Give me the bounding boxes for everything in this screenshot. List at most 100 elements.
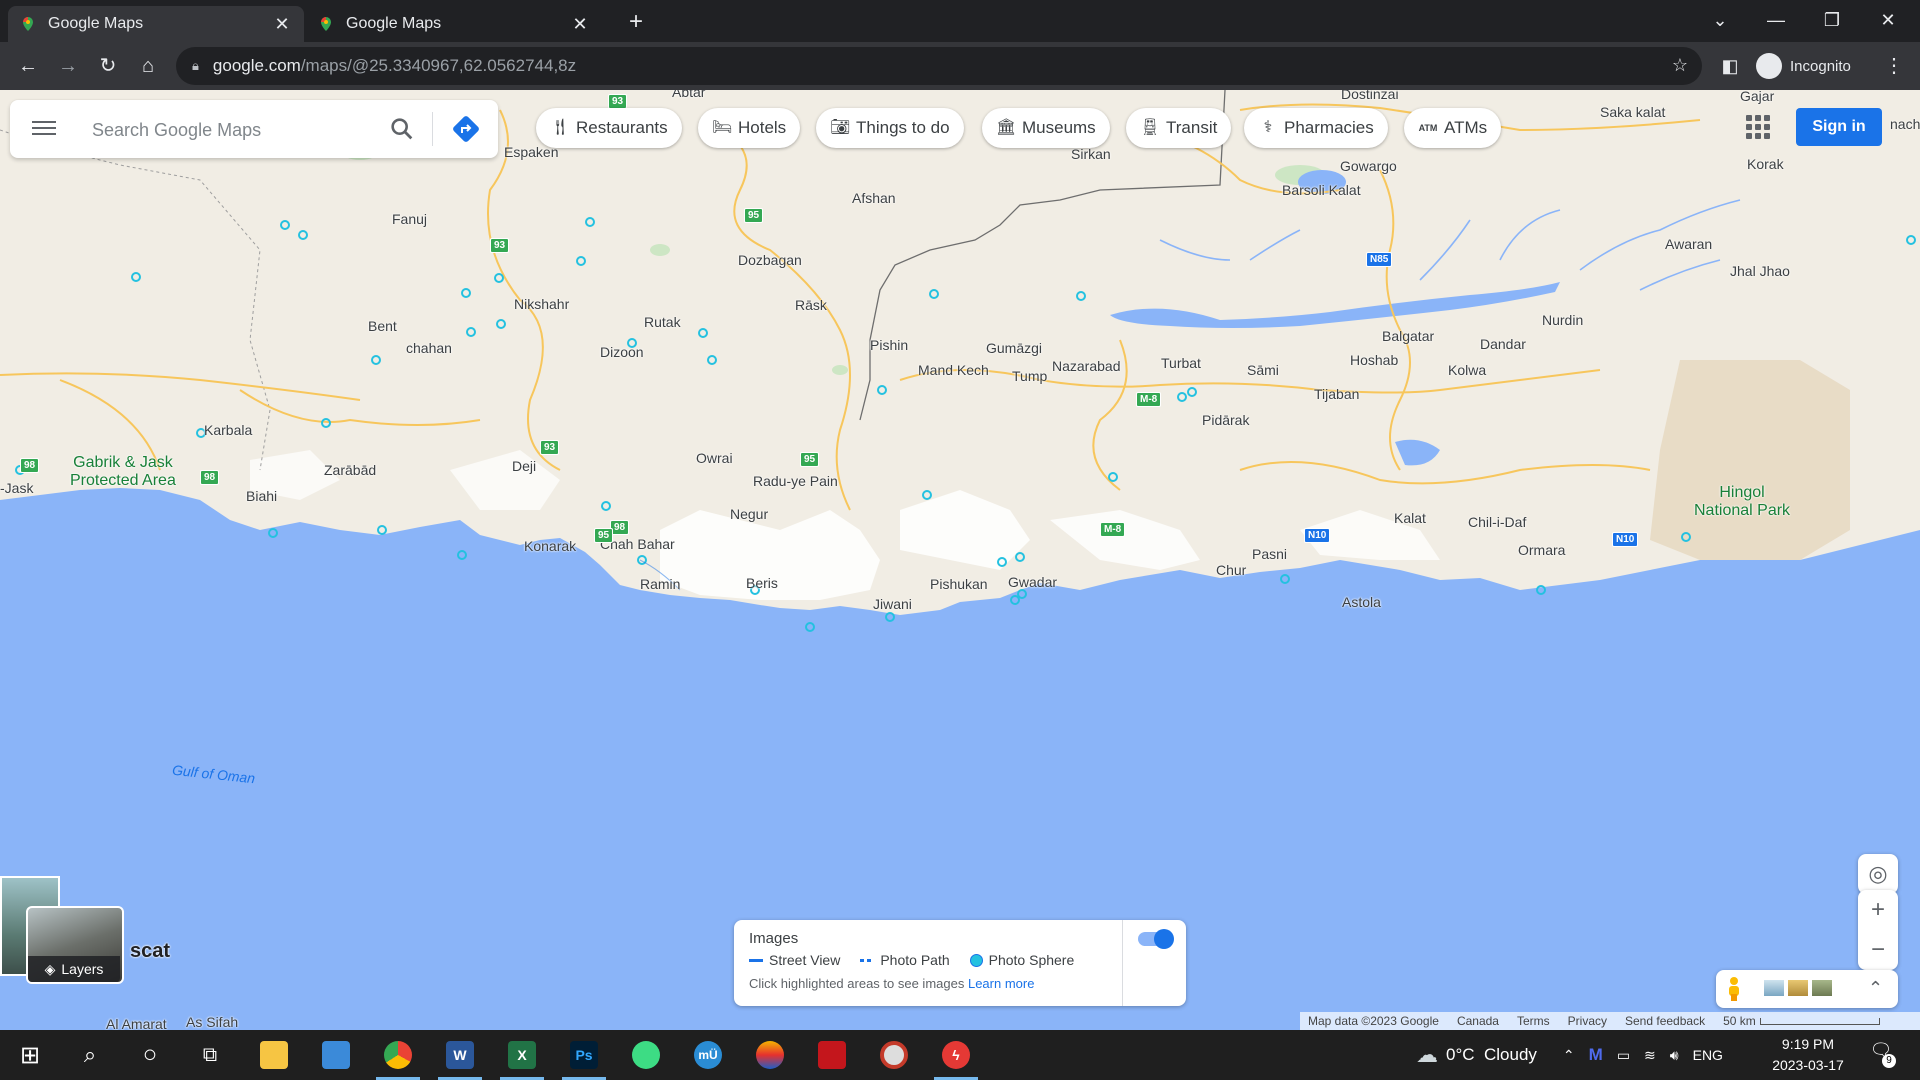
place-label[interactable]: Dostinzai <box>1341 90 1399 102</box>
place-label[interactable]: Biahi <box>246 488 277 504</box>
taskbar-app-photoshop[interactable]: Ps <box>554 1030 614 1080</box>
place-label[interactable]: Beris <box>746 575 778 591</box>
place-label[interactable]: Pasni <box>1252 546 1287 562</box>
browser-tab-2[interactable]: Google Maps ✕ <box>306 6 602 42</box>
imagery-thumbnail[interactable] <box>1788 980 1808 996</box>
place-label[interactable]: Radu-ye Pain <box>753 473 838 489</box>
taskbar-app-excel[interactable]: X <box>492 1030 552 1080</box>
search-icon[interactable] <box>388 115 416 143</box>
chip-museums[interactable]: 🏛︎ Museums <box>982 108 1110 148</box>
home-icon[interactable]: ⌂ <box>132 50 164 82</box>
layers-control[interactable]: ◈ Layers <box>0 876 124 988</box>
place-label[interactable]: Sirkan <box>1071 146 1111 162</box>
pegman-icon[interactable] <box>1726 976 1742 1002</box>
taskbar-app-chrome[interactable] <box>368 1030 428 1080</box>
new-tab-button[interactable]: + <box>622 8 650 36</box>
taskbar-app-file-explorer[interactable] <box>244 1030 304 1080</box>
place-label[interactable]: Barsoli Kalat <box>1282 182 1361 198</box>
place-label[interactable]: Balgatar <box>1382 328 1434 344</box>
directions-icon[interactable] <box>450 113 482 145</box>
search-taskbar-button[interactable]: ⌕ <box>60 1030 120 1080</box>
chip-transit[interactable]: 🚆︎ Transit <box>1126 108 1232 148</box>
chip-restaurants[interactable]: 🍴︎ Restaurants <box>536 108 682 148</box>
place-label[interactable]: Hoshab <box>1350 352 1398 368</box>
back-arrow-icon[interactable]: ← <box>12 50 44 82</box>
taskbar-app-disc[interactable] <box>864 1030 924 1080</box>
m-app-icon[interactable]: M <box>1589 1045 1603 1065</box>
taskbar-app-game[interactable] <box>616 1030 676 1080</box>
chevron-up-icon[interactable]: ⌃ <box>1563 1047 1575 1064</box>
place-label[interactable]: Owrai <box>696 450 733 466</box>
place-label[interactable]: Awaran <box>1665 236 1712 252</box>
search-input[interactable] <box>90 114 364 146</box>
place-label[interactable]: Pishukan <box>930 576 988 592</box>
place-label[interactable]: Jhal Jhao <box>1730 263 1790 279</box>
google-apps-icon[interactable] <box>1746 115 1770 139</box>
place-label[interactable]: Dandar <box>1480 336 1526 352</box>
speaker-icon[interactable]: 🔊︎ <box>1670 1047 1679 1064</box>
country-link[interactable]: Canada <box>1457 1014 1499 1028</box>
address-bar[interactable]: 🔒︎ google.com/maps/@25.3340967,62.056274… <box>176 47 1702 85</box>
lock-icon[interactable]: 🔒︎ <box>192 58 199 74</box>
task-view-button[interactable]: ⧉ <box>180 1030 240 1080</box>
close-window-button[interactable]: ✕ <box>1860 0 1916 40</box>
taskbar-app-control-panel[interactable] <box>306 1030 366 1080</box>
incognito-indicator[interactable]: Incognito <box>1756 49 1851 83</box>
place-label[interactable]: Rāsk <box>795 297 827 313</box>
sign-in-button[interactable]: Sign in <box>1796 108 1882 146</box>
place-label[interactable]: Al Amarat <box>106 1016 167 1030</box>
tab-close-icon[interactable]: ✕ <box>570 14 590 34</box>
taskbar-app-mu[interactable]: mÜ <box>678 1030 738 1080</box>
map-canvas[interactable]: -Jask Gabrik & Jask Protected Area Karba… <box>0 90 1920 1030</box>
chip-things-to-do[interactable]: 📷︎ Things to do <box>816 108 964 148</box>
layers-button[interactable]: ◈ Layers <box>28 956 120 982</box>
place-label[interactable]: Korak <box>1747 156 1784 172</box>
place-label[interactable]: Jiwani <box>873 596 912 612</box>
place-label[interactable]: Ramin <box>640 576 680 592</box>
start-button[interactable]: ⊞ <box>0 1030 60 1080</box>
privacy-link[interactable]: Privacy <box>1568 1014 1607 1028</box>
more-menu-icon[interactable]: ⋮ <box>1878 50 1910 82</box>
images-toggle[interactable] <box>1138 929 1174 949</box>
place-label[interactable]: Gumāzgi <box>986 340 1042 356</box>
place-label[interactable]: Dozbagan <box>738 252 802 268</box>
taskbar-app-word[interactable]: W <box>430 1030 490 1080</box>
taskbar-app-flash[interactable]: ϟ <box>926 1030 986 1080</box>
place-label[interactable]: Bent <box>368 318 397 334</box>
place-label[interactable]: Abtar <box>672 90 705 100</box>
place-label[interactable]: Pidārak <box>1202 412 1249 428</box>
place-label[interactable]: -Jask <box>0 480 33 496</box>
place-label[interactable]: Kolwa <box>1448 362 1486 378</box>
browser-tab-1[interactable]: Google Maps ✕ <box>8 6 304 42</box>
weather-text[interactable]: 0°C Cloudy <box>1446 1045 1537 1065</box>
forward-arrow-icon[interactable]: → <box>52 50 84 82</box>
battery-icon[interactable]: ▭ <box>1617 1047 1630 1064</box>
expand-chevron-icon[interactable]: ⌃ <box>1868 978 1883 999</box>
place-label[interactable]: Sāmi <box>1247 362 1279 378</box>
wifi-icon[interactable]: ≋ <box>1644 1047 1656 1064</box>
terms-link[interactable]: Terms <box>1517 1014 1550 1028</box>
learn-more-link[interactable]: Learn more <box>968 976 1034 991</box>
park-label[interactable]: Gabrik & Jask Protected Area <box>70 454 176 490</box>
place-label[interactable]: Fanuj <box>392 211 427 227</box>
place-label[interactable]: As Sifah <box>186 1014 238 1030</box>
taskbar-app-rainbow[interactable] <box>740 1030 800 1080</box>
place-label[interactable]: Konarak <box>524 538 576 554</box>
minimize-button[interactable]: — <box>1748 0 1804 40</box>
scale-bar[interactable]: 50 km <box>1723 1014 1880 1028</box>
imagery-thumbnail[interactable] <box>1764 980 1784 996</box>
cloud-icon[interactable]: ☁ <box>1416 1042 1438 1068</box>
place-label[interactable]: Gwadar <box>1008 574 1057 590</box>
place-label[interactable]: Ormara <box>1518 542 1565 558</box>
zoom-out-button[interactable]: − <box>1858 930 1898 970</box>
menu-icon[interactable] <box>32 117 56 141</box>
place-label[interactable]: Rutak <box>644 314 681 330</box>
place-label[interactable]: Gowargo <box>1340 158 1397 174</box>
my-location-icon[interactable]: ◎ <box>1858 854 1898 894</box>
place-label[interactable]: Pishin <box>870 337 908 353</box>
chip-hotels[interactable]: 🛏︎ Hotels <box>698 108 801 148</box>
place-label[interactable]: Dizoon <box>600 344 644 360</box>
place-label[interactable]: Mand Kech <box>918 362 989 378</box>
reload-icon[interactable]: ↻ <box>92 50 124 82</box>
notification-icon[interactable]: 🗨︎ 9 <box>1866 1040 1896 1070</box>
